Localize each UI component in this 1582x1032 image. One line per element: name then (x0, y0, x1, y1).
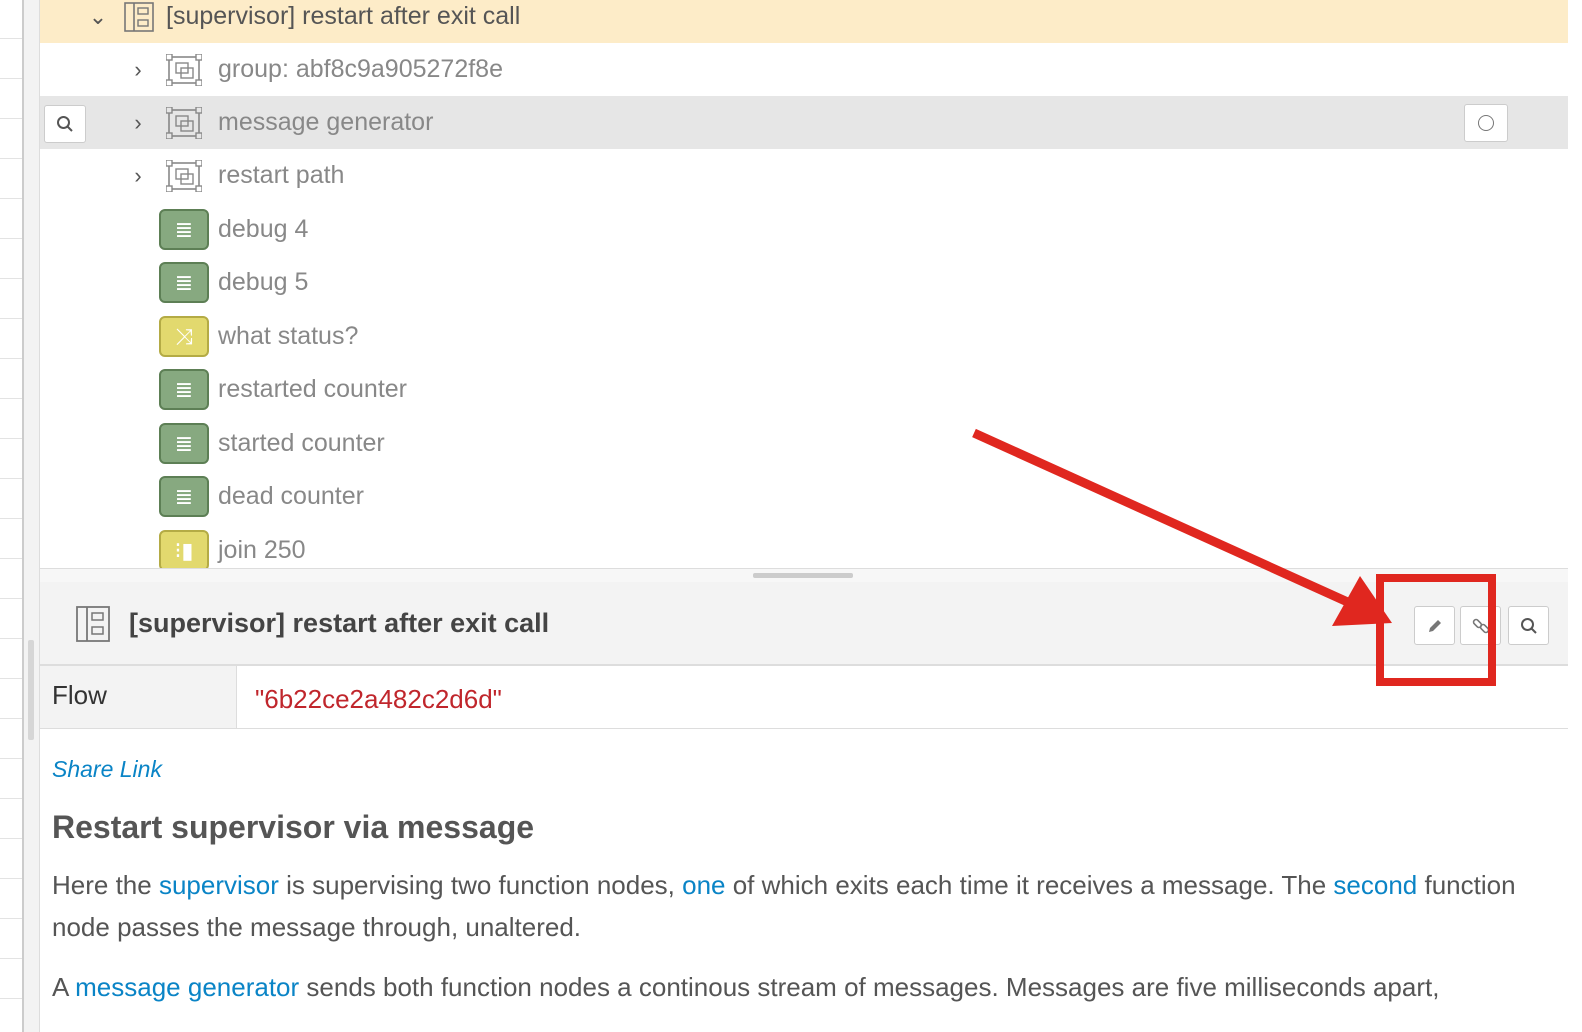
chevron-right-icon[interactable]: › (128, 111, 148, 133)
property-value[interactable]: "6b22ce2a482c2d6d" (255, 684, 502, 715)
group-icon (166, 53, 202, 86)
tree-row-node[interactable]: ≣ started counter (40, 417, 1568, 470)
edit-icon (1428, 619, 1441, 632)
tree-row-label: [supervisor] restart after exit call (166, 2, 521, 30)
share-link[interactable]: Share Link (52, 756, 1562, 783)
node-link-message-generator[interactable]: message generator (75, 972, 299, 1002)
tree-row-node[interactable]: ⁝▮ join 250 (40, 524, 1568, 568)
tree-row-label: group: abf8c9a905272f8e (218, 55, 503, 83)
flow-icon (76, 606, 110, 642)
tree-row-label: join 250 (218, 536, 306, 564)
tree-row-label: started counter (218, 429, 385, 457)
node-link-second[interactable]: second (1333, 870, 1417, 900)
search-icon (1520, 617, 1537, 634)
tree-row-node[interactable]: ⤨ what status? (40, 310, 1568, 363)
debug-icon: ≣ (159, 476, 209, 517)
switch-icon: ⤨ (159, 316, 209, 357)
tree-row-node[interactable]: ≣ dead counter (40, 470, 1568, 523)
link-icon (1472, 618, 1489, 633)
chevron-down-icon[interactable]: ⌄ (88, 5, 108, 27)
tree-row-node[interactable]: ≣ restarted counter (40, 363, 1568, 416)
tree-row-label: what status? (218, 322, 359, 350)
tree-row-group[interactable]: › message generator (40, 96, 1568, 149)
info-header: [supervisor] restart after exit call (40, 582, 1568, 666)
flow-description: Share Link Restart supervisor via messag… (52, 756, 1562, 1026)
join-icon: ⁝▮ (159, 530, 209, 568)
chevron-right-icon[interactable]: › (128, 164, 148, 186)
description-paragraph: Here the supervisor is supervising two f… (52, 870, 1516, 942)
tree-row-label: dead counter (218, 482, 364, 510)
tree-row-node[interactable]: ≣ debug 4 (40, 203, 1568, 256)
workspace-edge (0, 0, 24, 1032)
debug-icon: ≣ (159, 423, 209, 464)
sidebar-resize-handle[interactable] (28, 640, 34, 740)
tree-row-group[interactable]: › restart path (40, 149, 1568, 202)
tree-row-label: debug 5 (218, 268, 309, 296)
sidebar-resize-gutter[interactable] (24, 0, 40, 1032)
splitter-grip[interactable] (753, 573, 853, 578)
tree-row-group[interactable]: › group: abf8c9a905272f8e (40, 43, 1568, 96)
tree-row-node[interactable]: ≣ debug 5 (40, 256, 1568, 309)
tree-row-label: restarted counter (218, 375, 407, 403)
node-link-supervisor[interactable]: supervisor (159, 870, 279, 900)
chevron-right-icon[interactable]: › (128, 58, 148, 80)
info-outline-tree: ⌄ [supervisor] restart after exit call ›… (40, 0, 1568, 568)
panel-splitter[interactable] (40, 568, 1568, 582)
search-icon-button[interactable] (44, 105, 86, 143)
info-title: [supervisor] restart after exit call (129, 608, 550, 638)
tree-row-label: debug 4 (218, 215, 309, 243)
debug-icon: ≣ (159, 369, 209, 410)
link-button[interactable] (1460, 606, 1501, 645)
description-paragraph: A message generator sends both function … (52, 972, 1440, 1002)
tree-row-label: message generator (218, 108, 434, 136)
debug-icon: ≣ (159, 209, 209, 250)
search-button[interactable] (1508, 606, 1549, 645)
circle-icon (1478, 115, 1494, 131)
node-link-one[interactable]: one (682, 870, 725, 900)
group-icon (166, 106, 202, 139)
description-heading: Restart supervisor via message (52, 809, 535, 845)
group-icon (166, 159, 202, 192)
edit-button[interactable] (1414, 606, 1455, 645)
toggle-enabled-button[interactable] (1464, 104, 1508, 142)
property-key: Flow (40, 666, 237, 728)
flow-icon (124, 1, 154, 32)
search-icon (57, 116, 73, 132)
debug-icon: ≣ (159, 262, 209, 303)
tree-row-label: restart path (218, 161, 345, 189)
tree-row-flow[interactable]: ⌄ [supervisor] restart after exit call (40, 0, 1568, 43)
property-table: Flow "6b22ce2a482c2d6d" (40, 666, 1568, 729)
